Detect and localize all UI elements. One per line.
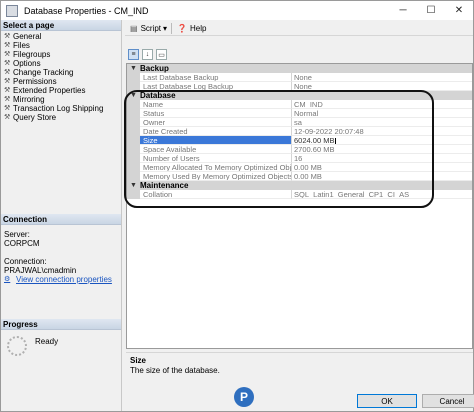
page-item-permissions[interactable]: ⚒ Permissions: [1, 77, 121, 86]
page-item-label: Options: [13, 59, 41, 68]
ok-button[interactable]: OK: [357, 394, 417, 408]
page-item-change-tracking[interactable]: ⚒ Change Tracking: [1, 68, 121, 77]
toolbar: ▤ Script ▾ ❓ Help: [125, 21, 473, 36]
page-item-extended-properties[interactable]: ⚒ Extended Properties: [1, 86, 121, 95]
connection-info: Server: CORPCM Connection: PRAJWAL\cmadm…: [4, 230, 120, 284]
page-item-label: Query Store: [13, 113, 57, 122]
category-label: Backup: [140, 64, 169, 73]
cancel-button[interactable]: Cancel: [422, 394, 474, 408]
maximize-button[interactable]: ☐: [417, 1, 445, 20]
progress-spinner-icon: [7, 336, 27, 356]
page-item-label: Mirroring: [13, 95, 45, 104]
category-backup[interactable]: ▼ Backup: [127, 64, 472, 73]
database-properties-window: Database Properties - CM_IND ─ ☐ ✕ Selec…: [0, 0, 474, 412]
window-controls: ─ ☐ ✕: [389, 1, 473, 20]
page-item-filegroups[interactable]: ⚒ Filegroups: [1, 50, 121, 59]
connection-value: PRAJWAL\cmadmin: [4, 266, 77, 275]
page-item-mirroring[interactable]: ⚒ Mirroring: [1, 95, 121, 104]
collapse-icon[interactable]: ▼: [127, 64, 140, 73]
page-item-label: Change Tracking: [13, 68, 74, 77]
description-title: Size: [130, 356, 147, 365]
description-text: The size of the database.: [130, 366, 220, 375]
window-title: Database Properties - CM_IND: [24, 5, 149, 16]
property-row[interactable]: Last Database Backup None: [127, 73, 472, 82]
page-item-label: Permissions: [13, 77, 57, 86]
wrench-icon: ⚒: [4, 87, 11, 94]
page-item-general[interactable]: ⚒ General: [1, 32, 121, 41]
page-item-query-store[interactable]: ⚒ Query Store: [1, 113, 121, 122]
page-item-label: General: [13, 32, 42, 41]
wrench-icon: ⚒: [4, 33, 11, 40]
grid-view-tools: ≡ ↓ ▭: [128, 49, 170, 60]
page-item-label: Transaction Log Shipping: [13, 104, 104, 113]
script-label: Script: [140, 23, 162, 33]
close-button[interactable]: ✕: [445, 1, 473, 20]
property-name: Last Database Backup: [140, 73, 292, 82]
description-panel: Size The size of the database.: [126, 352, 473, 386]
wrench-icon: ⚒: [4, 96, 11, 103]
categorized-icon[interactable]: ≡: [128, 49, 139, 60]
script-button[interactable]: ▤ Script ▾: [130, 24, 167, 33]
page-item-label: Files: [13, 41, 30, 50]
property-value: None: [292, 73, 472, 82]
select-page-heading: Select a page: [1, 20, 121, 31]
connection-properties-icon: ⚙: [4, 276, 11, 283]
script-dropdown-icon[interactable]: ▾: [163, 24, 167, 33]
connection-label: Connection:: [4, 257, 47, 266]
server-value: CORPCM: [4, 239, 40, 248]
wrench-icon: ⚒: [4, 69, 11, 76]
wrench-icon: ⚒: [4, 51, 11, 58]
wrench-icon: ⚒: [4, 78, 11, 85]
app-icon: [6, 4, 18, 17]
title-bar: Database Properties - CM_IND ─ ☐ ✕: [1, 1, 473, 20]
progress-heading: Progress: [1, 319, 121, 330]
property-pages-icon[interactable]: ▭: [156, 49, 167, 60]
progress-status: Ready: [35, 337, 59, 346]
toolbar-separator: [171, 22, 173, 34]
connection-heading: Connection: [1, 214, 121, 225]
wrench-icon: ⚒: [4, 42, 11, 49]
script-icon: ▤: [130, 23, 138, 33]
alphabetical-sort-icon[interactable]: ↓: [142, 49, 153, 60]
annotation-highlight: [124, 90, 434, 208]
page-item-files[interactable]: ⚒ Files: [1, 41, 121, 50]
page-list: ⚒ General ⚒ Files ⚒ Filegroups ⚒ Options ⚒ Ch…: [1, 31, 121, 122]
help-button[interactable]: ❓ Help: [177, 24, 206, 33]
progress-area: Ready: [7, 336, 58, 356]
view-connection-properties-link[interactable]: ⚙ View connection properties: [4, 275, 120, 284]
help-label: Help: [190, 23, 207, 33]
wrench-icon: ⚒: [4, 105, 11, 112]
page-item-options[interactable]: ⚒ Options: [1, 59, 121, 68]
view-connection-properties-label: View connection properties: [16, 275, 112, 284]
page-item-label: Extended Properties: [13, 86, 86, 95]
wrench-icon: ⚒: [4, 114, 11, 121]
page-item-label: Filegroups: [13, 50, 51, 59]
minimize-button[interactable]: ─: [389, 1, 417, 20]
page-item-transaction-log-shipping[interactable]: ⚒ Transaction Log Shipping: [1, 104, 121, 113]
wrench-icon: ⚒: [4, 60, 11, 67]
server-label: Server:: [4, 230, 30, 239]
help-icon: ❓: [177, 23, 187, 33]
dialog-footer: OK Cancel: [122, 389, 474, 411]
